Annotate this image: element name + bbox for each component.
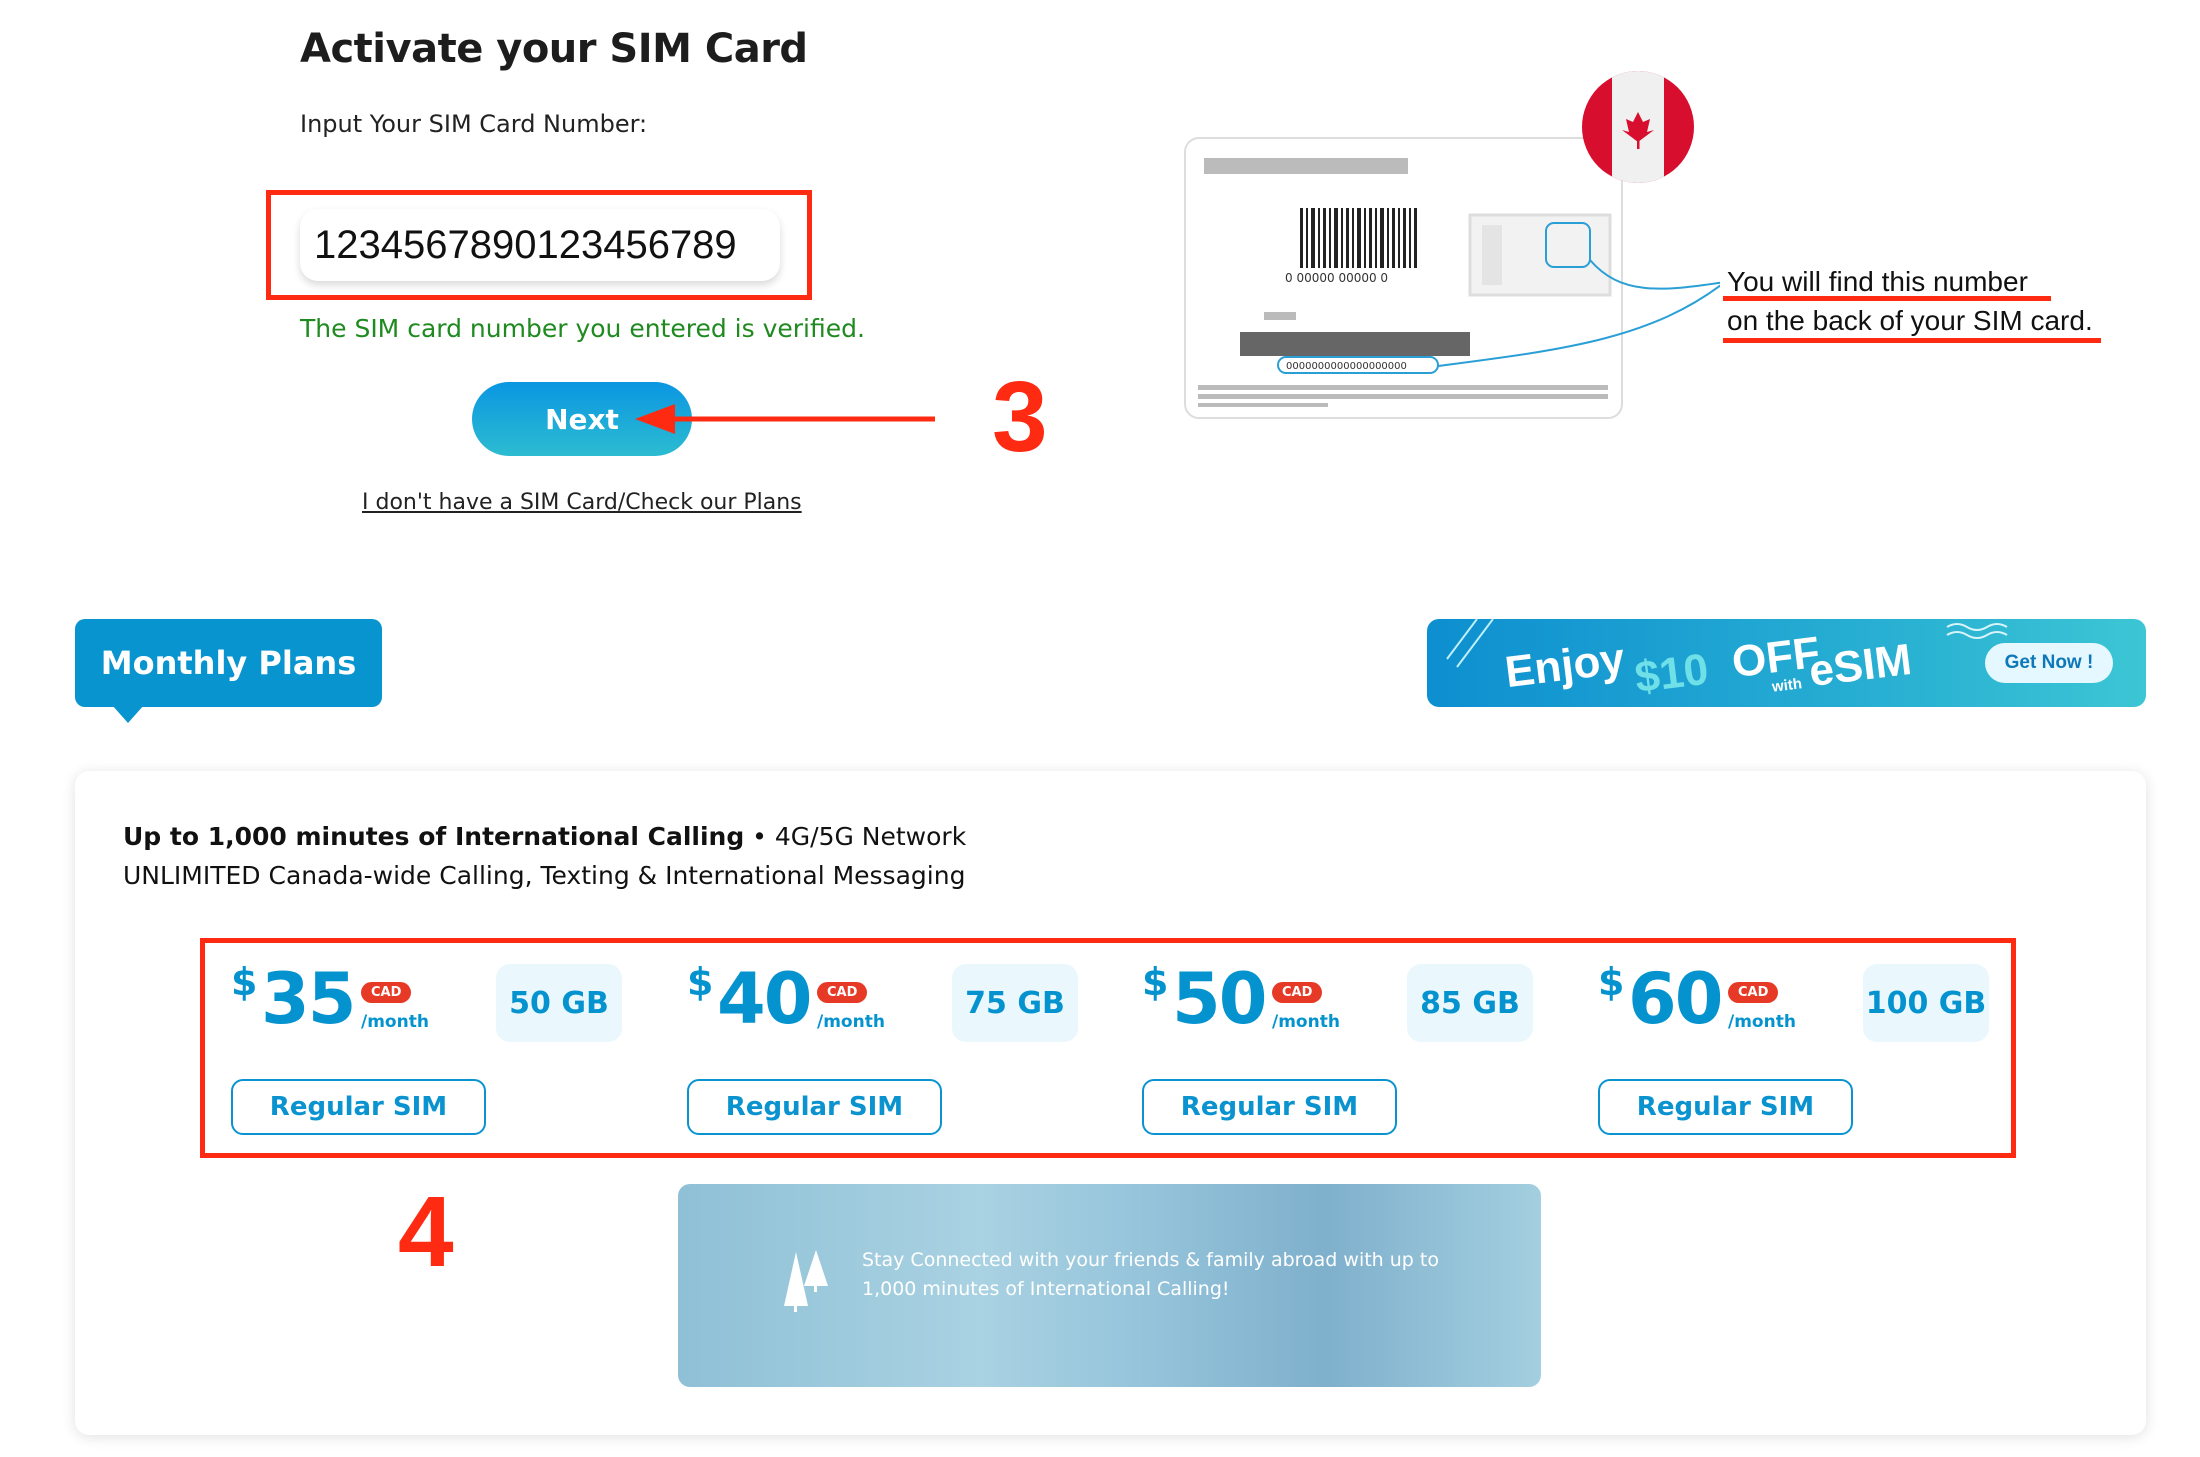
step-annotation-3: 3 xyxy=(992,361,1048,473)
annotation-arrow-icon xyxy=(635,404,935,434)
price-period: /month xyxy=(1272,1012,1340,1032)
serial-placeholder: 0000000000000000000 xyxy=(1286,361,1407,372)
intl-calling-photo-banner: Stay Connected with your friends & famil… xyxy=(678,1184,1541,1387)
page-title: Activate your SIM Card xyxy=(300,26,808,72)
currency-symbol: $ xyxy=(687,960,714,1004)
plan-option: $60 CAD /month 100 GB Regular SIM xyxy=(1598,958,1998,1140)
regular-sim-button[interactable]: Regular SIM xyxy=(1142,1079,1397,1135)
price-period: /month xyxy=(1728,1012,1796,1032)
network-feature: • 4G/5G Network xyxy=(744,822,967,851)
regular-sim-button[interactable]: Regular SIM xyxy=(687,1079,942,1135)
plan-option: $40 CAD /month 75 GB Regular SIM xyxy=(687,958,1087,1140)
plan-price: 40 xyxy=(717,958,812,1040)
currency-badge: CAD xyxy=(1272,982,1323,1003)
verified-message: The SIM card number you entered is verif… xyxy=(300,314,865,343)
plan-price: 60 xyxy=(1628,958,1723,1040)
currency-badge: CAD xyxy=(361,982,412,1003)
trees-icon xyxy=(784,1250,828,1312)
photo-banner-text: Stay Connected with your friends & famil… xyxy=(862,1249,1439,1300)
data-allowance: 100 GB xyxy=(1863,964,1989,1042)
promo-amount: $10 xyxy=(1632,644,1712,703)
step-annotation-4: 4 xyxy=(398,1176,454,1288)
currency-symbol: $ xyxy=(1142,960,1169,1004)
plan-option: $35 CAD /month 50 GB Regular SIM xyxy=(231,958,631,1140)
regular-sim-button[interactable]: Regular SIM xyxy=(1598,1079,1853,1135)
plan-features-line-2: UNLIMITED Canada-wide Calling, Texting &… xyxy=(123,861,966,890)
data-allowance: 75 GB xyxy=(952,964,1078,1042)
hint-underline xyxy=(1723,338,2101,343)
data-allowance: 50 GB xyxy=(496,964,622,1042)
tab-monthly-plans[interactable]: Monthly Plans xyxy=(75,619,382,707)
sim-number-label: Input Your SIM Card Number: xyxy=(300,110,648,138)
plan-price: 35 xyxy=(261,958,356,1040)
price-period: /month xyxy=(817,1012,885,1032)
plan-price: 50 xyxy=(1172,958,1267,1040)
data-allowance: 85 GB xyxy=(1407,964,1533,1042)
currency-badge: CAD xyxy=(817,982,868,1003)
regular-sim-button[interactable]: Regular SIM xyxy=(231,1079,486,1135)
currency-symbol: $ xyxy=(231,960,258,1004)
no-sim-check-plans-link[interactable]: I don't have a SIM Card/Check our Plans xyxy=(362,490,802,515)
sim-card-illustration: 0 00000 00000 0 0000000000000000000 xyxy=(1184,71,1720,419)
plan-features-line-1: Up to 1,000 minutes of International Cal… xyxy=(123,822,966,851)
sim-number-input[interactable] xyxy=(300,209,780,281)
get-now-button[interactable]: Get Now ! xyxy=(1985,643,2113,683)
barcode-digits: 0 00000 00000 0 xyxy=(1285,271,1388,285)
esim-promo-banner[interactable]: Enjoy $10 OFF with eSIM Get Now ! xyxy=(1427,619,2146,707)
intl-calling-feature: Up to 1,000 minutes of International Cal… xyxy=(123,822,745,851)
tab-pointer xyxy=(112,705,144,723)
plan-option: $50 CAD /month 85 GB Regular SIM xyxy=(1142,958,1542,1140)
currency-symbol: $ xyxy=(1598,960,1625,1004)
price-period: /month xyxy=(361,1012,429,1032)
promo-with: with xyxy=(1771,675,1803,696)
sim-hint-line-2: on the back of your SIM card. xyxy=(1727,305,2093,336)
currency-badge: CAD xyxy=(1728,982,1779,1003)
hint-underline xyxy=(1723,296,2051,301)
sim-hint-line-1: You will find this number xyxy=(1727,266,2028,297)
